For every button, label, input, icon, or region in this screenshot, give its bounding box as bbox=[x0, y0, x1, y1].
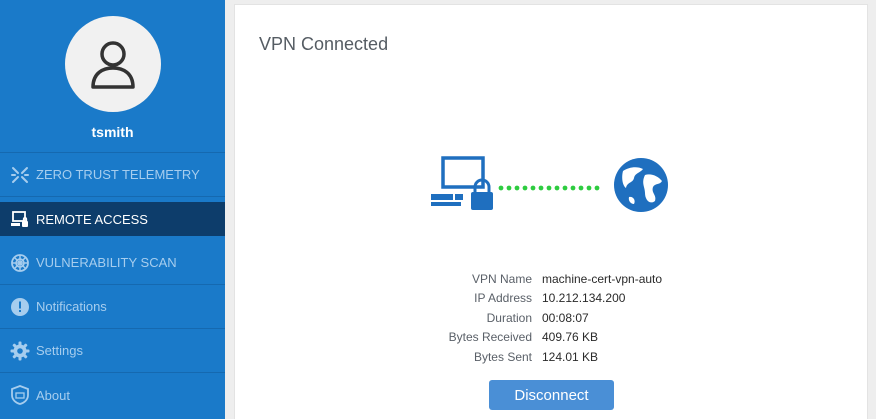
detail-row-vpn-name: VPN Name machine-cert-vpn-auto bbox=[235, 269, 869, 289]
detail-value: 409.76 KB bbox=[542, 330, 599, 345]
sidebar-item-label: REMOTE ACCESS bbox=[36, 211, 148, 227]
sidebar-item-label: VULNERABILITY SCAN bbox=[36, 255, 177, 270]
sidebar-item-remote-access[interactable]: REMOTE ACCESS bbox=[0, 202, 225, 236]
shield-icon bbox=[10, 385, 30, 405]
connection-dots bbox=[498, 185, 600, 191]
remote-access-icon bbox=[10, 209, 30, 229]
sidebar-item-notifications[interactable]: Notifications bbox=[0, 285, 225, 329]
detail-value: 10.212.134.200 bbox=[542, 291, 626, 306]
detail-value: machine-cert-vpn-auto bbox=[542, 271, 663, 286]
main-panel: VPN Connected VPN Name machine-cert-vpn-… bbox=[234, 4, 868, 419]
sidebar-item-about[interactable]: About bbox=[0, 373, 225, 417]
username: tsmith bbox=[91, 124, 134, 140]
sidebar-item-zero-trust-telemetry[interactable]: ZERO TRUST TELEMETRY bbox=[0, 153, 225, 197]
computer-lock-icon bbox=[431, 156, 493, 210]
sidebar: tsmith ZERO TRUST TELEMETRY REMOTE ACCES… bbox=[0, 0, 225, 419]
detail-label: IP Address bbox=[474, 291, 532, 306]
sidebar-item-vulnerability-scan[interactable]: VULNERABILITY SCAN bbox=[0, 241, 225, 285]
detail-row-duration: Duration 00:08:07 bbox=[235, 308, 869, 328]
detail-row-bytes-sent: Bytes Sent 124.01 KB bbox=[235, 347, 869, 367]
sidebar-item-label: Notifications bbox=[36, 299, 107, 314]
page-title: VPN Connected bbox=[259, 34, 389, 54]
avatar bbox=[64, 16, 161, 112]
vulnerability-scan-icon bbox=[10, 253, 30, 273]
detail-label: Bytes Sent bbox=[473, 349, 532, 364]
sidebar-item-label: About bbox=[36, 387, 70, 403]
telemetry-icon bbox=[10, 165, 30, 185]
vpn-details: VPN Name machine-cert-vpn-auto IP Addres… bbox=[235, 269, 869, 367]
detail-row-bytes-received: Bytes Received 409.76 KB bbox=[235, 328, 869, 348]
detail-label: Bytes Received bbox=[448, 330, 532, 345]
detail-label: Duration bbox=[486, 310, 532, 325]
disconnect-button[interactable]: Disconnect bbox=[489, 380, 614, 410]
profile-section: tsmith bbox=[0, 0, 225, 153]
sidebar-item-label: Settings bbox=[36, 343, 83, 358]
connection-diagram bbox=[431, 156, 668, 212]
globe-icon bbox=[614, 158, 668, 212]
detail-row-ip-address: IP Address 10.212.134.200 bbox=[235, 289, 869, 309]
user-icon bbox=[90, 41, 135, 89]
detail-label: VPN Name bbox=[471, 271, 532, 286]
notification-icon bbox=[10, 297, 30, 317]
detail-value: 124.01 KB bbox=[542, 349, 599, 364]
sidebar-item-settings[interactable]: Settings bbox=[0, 329, 225, 373]
detail-value: 00:08:07 bbox=[542, 310, 589, 325]
sidebar-item-label: ZERO TRUST TELEMETRY bbox=[36, 167, 200, 182]
gear-icon bbox=[10, 341, 30, 361]
